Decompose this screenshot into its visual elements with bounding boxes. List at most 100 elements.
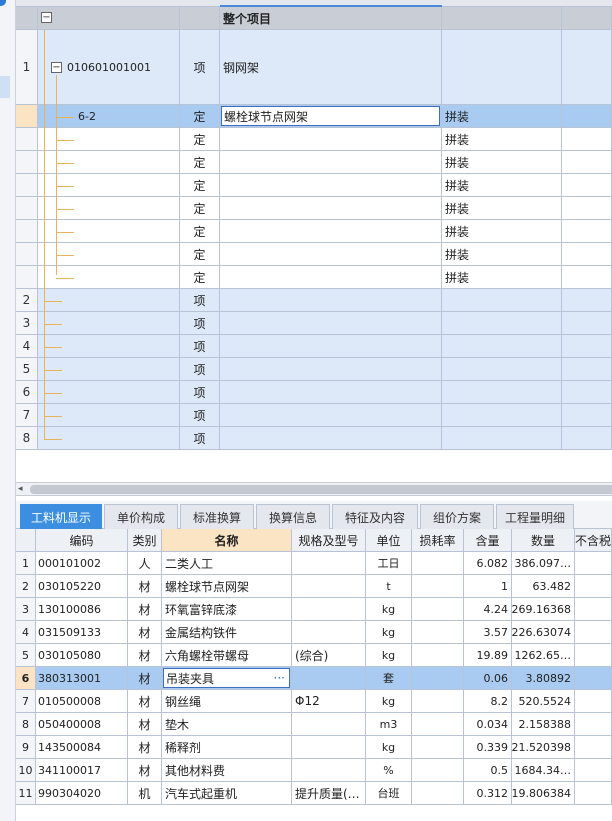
scroll-left-icon[interactable]: ◂ — [18, 484, 28, 494]
name-cell[interactable]: 环氧富锌底漆 — [162, 598, 292, 621]
qty-cell[interactable]: 1 — [464, 575, 512, 598]
name-edit-field[interactable]: 螺栓球节点网架 — [221, 106, 440, 126]
header-unit[interactable]: 单位 — [366, 529, 412, 552]
header-amt[interactable]: 数量 — [512, 529, 575, 552]
resource-row[interactable]: 11 990304020 机汽车式起重机 提升质量(… 台班 0.312 19.806384 — [16, 782, 612, 805]
row-number: 1 — [16, 30, 38, 105]
tree-connector — [44, 392, 62, 394]
header-spec[interactable]: 规格及型号 — [292, 529, 366, 552]
tab-6[interactable]: 组价方案 — [420, 504, 494, 529]
resource-row[interactable]: 1 000101002 人二类人工 工日 6.082 386.097… — [16, 552, 612, 575]
header-qty[interactable]: 含量 — [464, 529, 512, 552]
selected-row[interactable]: 6-2 定螺栓球节点网架 拼装 — [16, 105, 612, 128]
name-cell[interactable] — [220, 243, 442, 266]
header-cat[interactable]: 类别 — [128, 529, 162, 552]
tab-7[interactable]: 工程量明细 — [496, 504, 574, 529]
name-cell[interactable]: 钢丝绳 — [162, 690, 292, 713]
resource-row[interactable]: 10 341100017 材其他材料费% 0.5 1684.34… — [16, 759, 612, 782]
amt-cell: 1684.34… — [512, 759, 575, 782]
cat-cell: 机 — [128, 782, 162, 805]
name-cell[interactable] — [220, 151, 442, 174]
code-cell: 030105080 — [36, 644, 128, 667]
tab-1[interactable]: 工料机显示 — [20, 504, 102, 529]
tree-row[interactable]: 8项 — [16, 427, 612, 450]
resource-row[interactable]: 7 010500008 材钢丝绳 Φ12 kg 8.2 520.5524 — [16, 690, 612, 713]
resource-row[interactable]: 8 050400008 材垫木 m3 0.034 2.158388 — [16, 713, 612, 736]
tab-2[interactable]: 单价构成 — [104, 504, 178, 529]
tree-row[interactable]: 7项 — [16, 404, 612, 427]
name-cell[interactable] — [220, 197, 442, 220]
resource-row[interactable]: 3 130100086 材环氧富锌底漆 kg 4.24 269.16368 — [16, 598, 612, 621]
collapse-icon[interactable]: − — [51, 61, 62, 73]
tree-row[interactable]: 3项 — [16, 312, 612, 335]
name-cell[interactable]: 螺栓球节点网架 — [162, 575, 292, 598]
qty-cell[interactable]: 4.24 — [464, 598, 512, 621]
name-cell[interactable] — [220, 289, 442, 312]
name-cell[interactable] — [220, 335, 442, 358]
tree-row[interactable]: 4项 — [16, 335, 612, 358]
resource-row[interactable]: 2 030105220 材螺栓球节点网架 t 1 63.482 — [16, 575, 612, 598]
resource-row[interactable]: 9 143500084 材稀释剂 kg 0.339 21.520398 — [16, 736, 612, 759]
tree-row[interactable]: 6项 — [16, 381, 612, 404]
type-cell: 定 — [180, 174, 220, 197]
name-cell[interactable] — [220, 128, 442, 151]
work-cell: 拼装 — [442, 151, 562, 174]
resource-row[interactable]: 5 030105080 材六角螺栓带螺母 (综合) kg 19.89 1262.65… — [16, 644, 612, 667]
header-tax[interactable]: 不含税 — [575, 529, 612, 552]
name-cell[interactable] — [220, 266, 442, 289]
name-cell[interactable]: 金属结构铁件 — [162, 621, 292, 644]
name-cell[interactable]: 垫木 — [162, 713, 292, 736]
tree-row[interactable]: 2项 — [16, 289, 612, 312]
code-cell: 6-2 — [38, 105, 180, 128]
more-options-icon[interactable]: ··· — [274, 671, 285, 685]
qty-cell[interactable]: 6.082 — [464, 552, 512, 575]
name-cell[interactable] — [220, 220, 442, 243]
header-code[interactable]: 编码 — [36, 529, 128, 552]
collapse-icon[interactable]: − — [41, 12, 52, 23]
selected-resource-row[interactable]: 6 380313001 材吊装夹具 ··· 套 0.06 3.80892 — [16, 667, 612, 690]
name-cell[interactable]: 其他材料费 — [162, 759, 292, 782]
name-cell[interactable] — [220, 312, 442, 335]
tree-row[interactable]: 定 拼装 — [16, 151, 612, 174]
qty-cell[interactable]: 0.034 — [464, 713, 512, 736]
qty-cell[interactable]: 0.339 — [464, 736, 512, 759]
name-cell[interactable]: 吊装夹具 ··· — [162, 667, 292, 690]
tab-4[interactable]: 换算信息 — [256, 504, 330, 529]
scrollbar-thumb[interactable] — [30, 485, 612, 494]
header-name[interactable]: 名称 — [162, 529, 292, 552]
name-cell[interactable]: 稀释剂 — [162, 736, 292, 759]
horizontal-scrollbar[interactable]: ◂ — [16, 482, 612, 496]
qty-cell[interactable]: 8.2 — [464, 690, 512, 713]
cat-cell: 材 — [128, 644, 162, 667]
name-cell[interactable]: 螺栓球节点网架 — [220, 105, 442, 128]
name-cell[interactable] — [220, 174, 442, 197]
name-cell[interactable] — [220, 358, 442, 381]
name-cell[interactable]: 六角螺栓带螺母 — [162, 644, 292, 667]
tree-row[interactable]: 定 拼装 — [16, 174, 612, 197]
name-cell[interactable] — [220, 427, 442, 450]
tab-5[interactable]: 特征及内容 — [332, 504, 418, 529]
name-cell[interactable]: 钢网架 — [220, 30, 442, 105]
tree-row[interactable]: 定 拼装 — [16, 266, 612, 289]
name-edit-field[interactable]: 吊装夹具 ··· — [163, 668, 290, 688]
qty-cell[interactable]: 0.06 — [464, 667, 512, 690]
total-row[interactable]: − 整个项目 — [16, 7, 612, 30]
name-cell[interactable]: 汽车式起重机 — [162, 782, 292, 805]
qty-cell[interactable]: 19.89 — [464, 644, 512, 667]
name-cell[interactable] — [220, 381, 442, 404]
tree-row[interactable]: 1−010601001001 项钢网架 — [16, 30, 612, 105]
resource-row[interactable]: 4 031509133 材金属结构铁件 kg 3.57 226.63074 — [16, 621, 612, 644]
name-cell[interactable] — [220, 404, 442, 427]
tree-row[interactable]: 定 拼装 — [16, 220, 612, 243]
qty-cell[interactable]: 3.57 — [464, 621, 512, 644]
header-loss[interactable]: 损耗率 — [412, 529, 464, 552]
tree-row[interactable]: 定 拼装 — [16, 128, 612, 151]
tree-row[interactable]: 定 拼装 — [16, 243, 612, 266]
loss-cell — [412, 736, 464, 759]
name-cell[interactable]: 二类人工 — [162, 552, 292, 575]
tab-3[interactable]: 标准换算 — [180, 504, 254, 529]
tree-row[interactable]: 定 拼装 — [16, 197, 612, 220]
qty-cell[interactable]: 0.312 — [464, 782, 512, 805]
tree-row[interactable]: 5项 — [16, 358, 612, 381]
qty-cell[interactable]: 0.5 — [464, 759, 512, 782]
